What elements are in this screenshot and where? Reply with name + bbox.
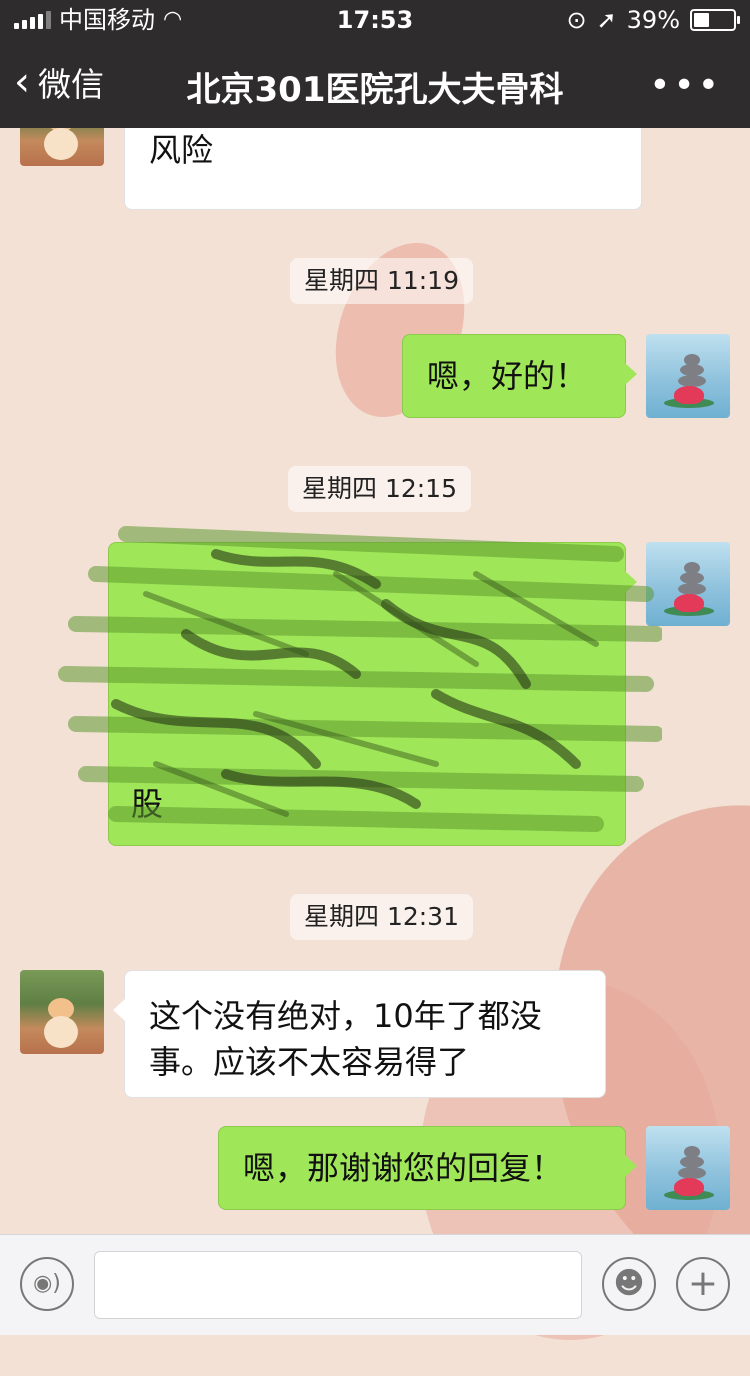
battery-percent: 39% [626,6,680,34]
nav-bar: ‹ 微信 北京301医院孔大夫骨科 ••• [0,40,750,128]
timestamp: 星期四 12:15 [288,466,471,512]
user-avatar[interactable] [646,1126,730,1210]
plus-icon[interactable]: + [676,1257,730,1311]
orientation-lock-icon: ⊙ [566,6,587,34]
voice-icon[interactable]: ◉) [20,1257,74,1311]
message-sent-redacted[interactable]: 股 [108,542,637,846]
message-text: 嗯。等恢复了再做吧。没必要冒风险 [149,131,214,169]
message-text: 股 [131,785,164,823]
input-bar: ◉) ☻ + [0,1234,750,1335]
message-input[interactable] [94,1251,582,1319]
message-sent[interactable]: 嗯，那谢谢您的回复！ [218,1126,637,1210]
status-bar: 中国移动 ◠ 17:53 ⊙ ➚ 39% [0,0,750,40]
location-arrow-icon: ➚ [596,6,617,34]
more-dots-icon[interactable]: ••• [649,68,722,104]
message-received[interactable]: 嗯。等恢复了再做吧。没必要冒风险 [124,128,642,210]
contact-avatar[interactable] [20,970,104,1054]
user-avatar[interactable] [646,334,730,418]
user-avatar[interactable] [646,542,730,626]
message-text: 嗯，好的！ [427,357,588,395]
message-text: 这个没有绝对，10年了都没事。应该不太容易得了 [149,997,542,1081]
top-bar: 中国移动 ◠ 17:53 ⊙ ➚ 39% ‹ 微信 北京301医院孔大夫骨科 •… [0,0,750,128]
chat-title: 北京301医院孔大夫骨科 [186,70,564,110]
contact-avatar[interactable] [20,128,104,166]
emoji-icon[interactable]: ☻ [602,1257,656,1311]
battery-icon [690,9,740,31]
message-received[interactable]: 这个没有绝对，10年了都没事。应该不太容易得了 [113,970,606,1098]
timestamp: 星期四 12:31 [290,894,473,940]
message-text: 嗯，那谢谢您的回复！ [243,1149,564,1187]
message-sent[interactable]: 嗯，好的！ [402,334,637,418]
chat-area[interactable]: 嗯。等恢复了再做吧。没必要冒风险 星期四 11:19 嗯，好的！ 星期四 12:… [0,128,750,1234]
timestamp: 星期四 11:19 [290,258,473,304]
